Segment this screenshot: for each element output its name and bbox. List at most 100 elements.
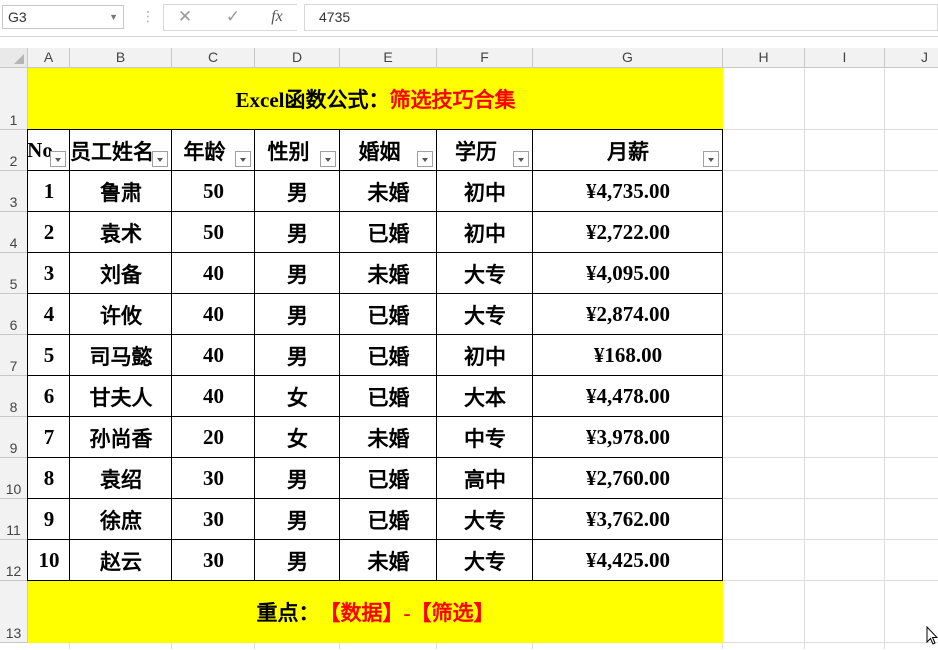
table-cell[interactable]: ¥4,478.00	[533, 376, 723, 417]
row-header-12[interactable]: 12	[0, 540, 28, 581]
table-cell[interactable]: 30	[172, 458, 255, 499]
row-header-10[interactable]: 10	[0, 458, 28, 499]
table-cell[interactable]: 初中	[437, 171, 533, 212]
filter-dropdown-icon[interactable]	[50, 151, 66, 167]
table-cell[interactable]: 2	[28, 212, 70, 253]
table-cell[interactable]: 大专	[437, 253, 533, 294]
row-header-13[interactable]: 13	[0, 581, 28, 643]
enter-icon[interactable]: ✓	[218, 5, 248, 29]
row-header-11[interactable]: 11	[0, 499, 28, 540]
table-cell[interactable]: 高中	[437, 458, 533, 499]
table-cell[interactable]: 5	[28, 335, 70, 376]
table-cell[interactable]: ¥168.00	[533, 335, 723, 376]
table-cell[interactable]: 40	[172, 253, 255, 294]
table-cell[interactable]: 男	[255, 335, 340, 376]
table-cell[interactable]: 袁绍	[70, 458, 172, 499]
table-cell[interactable]: 4	[28, 294, 70, 335]
table-cell[interactable]: 40	[172, 376, 255, 417]
table-cell[interactable]: 刘备	[70, 253, 172, 294]
table-cell[interactable]: 甘夫人	[70, 376, 172, 417]
table-cell[interactable]: 40	[172, 335, 255, 376]
table-cell[interactable]: 已婚	[340, 294, 437, 335]
table-cell[interactable]: ¥2,722.00	[533, 212, 723, 253]
table-cell[interactable]: 7	[28, 417, 70, 458]
row-header-7[interactable]: 7	[0, 335, 28, 376]
column-header-b[interactable]: B	[70, 48, 172, 68]
column-header-g[interactable]: G	[533, 48, 723, 68]
filter-dropdown-icon[interactable]	[513, 151, 529, 167]
table-cell[interactable]: 男	[255, 294, 340, 335]
table-cell[interactable]: 50	[172, 212, 255, 253]
table-cell[interactable]: ¥2,874.00	[533, 294, 723, 335]
table-cell[interactable]: 大专	[437, 499, 533, 540]
drag-handle-icon[interactable]: ⋮	[141, 10, 155, 24]
table-cell[interactable]: ¥4,425.00	[533, 540, 723, 581]
table-cell[interactable]: 已婚	[340, 499, 437, 540]
row-header-2[interactable]: 2	[0, 130, 28, 171]
table-cell[interactable]: 30	[172, 499, 255, 540]
formula-input[interactable]: 4735	[304, 4, 938, 31]
name-box[interactable]: G3 ▼	[2, 5, 124, 29]
header-cell[interactable]: 月薪	[533, 130, 723, 171]
filter-dropdown-icon[interactable]	[152, 151, 168, 167]
table-cell[interactable]: 男	[255, 253, 340, 294]
table-cell[interactable]: 已婚	[340, 335, 437, 376]
table-cell[interactable]: 未婚	[340, 171, 437, 212]
table-cell[interactable]: 未婚	[340, 253, 437, 294]
table-cell[interactable]: 50	[172, 171, 255, 212]
cancel-icon[interactable]: ✕	[170, 5, 200, 29]
table-cell[interactable]: ¥2,760.00	[533, 458, 723, 499]
row-header-9[interactable]: 9	[0, 417, 28, 458]
header-cell[interactable]: 性别	[255, 130, 322, 171]
table-cell[interactable]: 1	[28, 171, 70, 212]
table-cell[interactable]: 男	[255, 171, 340, 212]
table-cell[interactable]: 10	[28, 540, 70, 581]
table-cell[interactable]: ¥3,978.00	[533, 417, 723, 458]
table-cell[interactable]: 初中	[437, 335, 533, 376]
filter-dropdown-icon[interactable]	[703, 151, 719, 167]
table-cell[interactable]: 鲁肃	[70, 171, 172, 212]
column-header-i[interactable]: I	[805, 48, 885, 68]
column-header-j[interactable]: J	[885, 48, 938, 68]
header-cell[interactable]: 员工姓名	[70, 130, 154, 171]
table-cell[interactable]: 徐庶	[70, 499, 172, 540]
table-cell[interactable]: 未婚	[340, 417, 437, 458]
row-header-1[interactable]: 1	[0, 68, 28, 130]
chevron-down-icon[interactable]: ▼	[109, 6, 118, 28]
table-cell[interactable]: 男	[255, 499, 340, 540]
table-cell[interactable]: 已婚	[340, 376, 437, 417]
row-header-3[interactable]: 3	[0, 171, 28, 212]
table-cell[interactable]: 20	[172, 417, 255, 458]
table-cell[interactable]: 40	[172, 294, 255, 335]
table-cell[interactable]: 30	[172, 540, 255, 581]
table-cell[interactable]: 已婚	[340, 458, 437, 499]
row-header-6[interactable]: 6	[0, 294, 28, 335]
filter-dropdown-icon[interactable]	[320, 151, 336, 167]
table-cell[interactable]: 中专	[437, 417, 533, 458]
column-header-h[interactable]: H	[723, 48, 805, 68]
column-header-d[interactable]: D	[255, 48, 340, 68]
column-header-a[interactable]: A	[28, 48, 70, 68]
table-cell[interactable]: 男	[255, 458, 340, 499]
table-cell[interactable]: 已婚	[340, 212, 437, 253]
column-header-f[interactable]: F	[437, 48, 533, 68]
header-cell[interactable]: 年龄	[172, 130, 237, 171]
header-cell[interactable]: No	[28, 130, 52, 171]
column-header-e[interactable]: E	[340, 48, 437, 68]
table-cell[interactable]: 女	[255, 376, 340, 417]
table-cell[interactable]: 6	[28, 376, 70, 417]
table-cell[interactable]: 8	[28, 458, 70, 499]
row-header-5[interactable]: 5	[0, 253, 28, 294]
insert-function-icon[interactable]: fx	[262, 5, 292, 29]
table-cell[interactable]: 赵云	[70, 540, 172, 581]
table-cell[interactable]: 孙尚香	[70, 417, 172, 458]
table-cell[interactable]: ¥4,735.00	[533, 171, 723, 212]
table-cell[interactable]: ¥4,095.00	[533, 253, 723, 294]
table-cell[interactable]: 男	[255, 212, 340, 253]
table-cell[interactable]: 女	[255, 417, 340, 458]
row-header-4[interactable]: 4	[0, 212, 28, 253]
table-cell[interactable]: 大专	[437, 540, 533, 581]
filter-dropdown-icon[interactable]	[417, 151, 433, 167]
select-all-corner[interactable]	[0, 48, 28, 68]
table-cell[interactable]: 3	[28, 253, 70, 294]
